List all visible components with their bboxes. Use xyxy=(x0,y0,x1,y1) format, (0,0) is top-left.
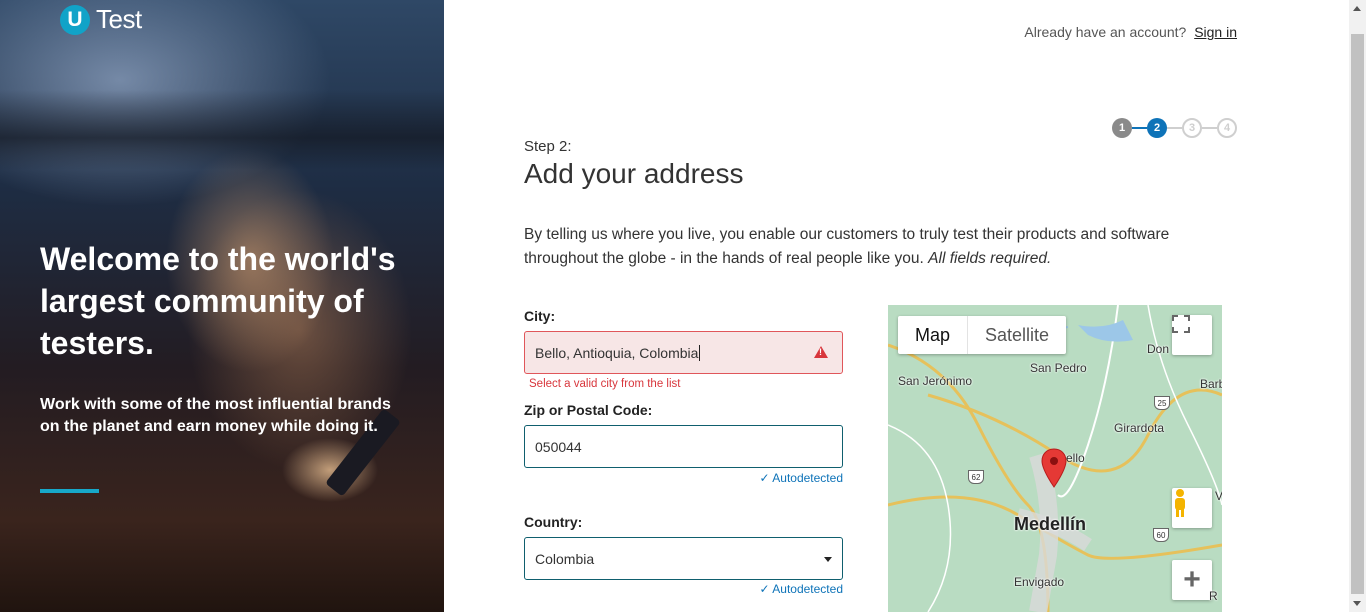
step-label: Step 2: xyxy=(524,138,572,155)
country-autodetected: ✓ Autodetected xyxy=(760,582,843,596)
zip-label: Zip or Postal Code: xyxy=(524,402,653,418)
country-label: Country: xyxy=(524,514,583,530)
hero-accent-bar xyxy=(40,489,99,493)
scroll-down-arrow[interactable] xyxy=(1353,601,1361,606)
map-place-san-pedro: San Pedro xyxy=(1030,361,1087,375)
road-shield-60: 60 xyxy=(1153,528,1169,542)
map-place-san-jeronimo: San Jerónimo xyxy=(898,374,973,388)
check-icon: ✓ xyxy=(759,471,770,485)
zip-input[interactable]: 050044 xyxy=(524,425,843,468)
map-pin-icon[interactable] xyxy=(1041,448,1067,488)
step-1: 1 xyxy=(1112,118,1132,138)
check-icon: ✓ xyxy=(759,582,770,596)
logo-text: Test xyxy=(96,4,142,34)
street-view-button[interactable] xyxy=(1172,488,1212,528)
page-title: Add your address xyxy=(524,158,744,189)
zip-autodetected-text: Autodetected xyxy=(772,471,843,485)
intro-text: By telling us where you live, you enable… xyxy=(524,223,1224,271)
country-value: Colombia xyxy=(535,550,595,567)
city-error-message: Select a valid city from the list xyxy=(529,378,681,390)
zip-value: 050044 xyxy=(535,438,582,455)
road-shield-25: 25 xyxy=(1154,396,1170,410)
location-map[interactable]: Map Satellite + San Jerónimo San Pedro D… xyxy=(888,305,1222,612)
step-3: 3 xyxy=(1182,118,1202,138)
text-caret xyxy=(699,344,701,361)
map-tab-map[interactable]: Map xyxy=(898,316,969,354)
city-input[interactable]: Bello, Antioquia, Colombia xyxy=(524,331,843,374)
hero-mountain-ridge xyxy=(0,90,444,170)
city-value: Bello, Antioquia, Colombia xyxy=(535,344,699,361)
page-scrollbar[interactable] xyxy=(1349,0,1366,612)
progress-stepper: 1 2 3 4 xyxy=(1112,118,1237,138)
signin-link[interactable]: Sign in xyxy=(1194,24,1237,40)
step-connector xyxy=(1167,127,1182,129)
zoom-in-button[interactable]: + xyxy=(1172,560,1212,600)
signin-prompt: Already have an account? Sign in xyxy=(1024,24,1237,40)
country-autodetected-text: Autodetected xyxy=(772,582,843,596)
hero-title: Welcome to the world's largest community… xyxy=(40,241,396,361)
pegman-icon xyxy=(1175,489,1185,517)
intro-emphasis: All fields required. xyxy=(928,250,1052,267)
fullscreen-button[interactable] xyxy=(1172,315,1212,355)
map-place-envigado: Envigado xyxy=(1014,575,1065,589)
city-label: City: xyxy=(524,308,556,324)
hero-subtitle: Work with some of the most influential b… xyxy=(40,396,391,435)
map-place-don: Don xyxy=(1147,342,1170,356)
country-select[interactable]: Colombia xyxy=(524,537,843,580)
intro-body: By telling us where you live, you enable… xyxy=(524,226,1170,267)
scroll-up-arrow[interactable] xyxy=(1353,6,1361,11)
road-shield-62: 62 xyxy=(968,470,984,484)
step-4: 4 xyxy=(1217,118,1237,138)
step-connector xyxy=(1132,127,1147,129)
chevron-down-icon xyxy=(824,557,832,562)
signin-prompt-text: Already have an account? xyxy=(1024,24,1187,40)
map-place-v: V xyxy=(1215,489,1222,503)
map-type-tabs: Map Satellite xyxy=(898,316,1067,354)
scroll-thumb[interactable] xyxy=(1351,34,1364,594)
map-place-r: R xyxy=(1209,589,1218,603)
map-place-girardota: Girardota xyxy=(1114,421,1165,435)
logo-badge: U xyxy=(60,4,90,35)
fullscreen-icon xyxy=(1172,315,1190,333)
utest-logo[interactable]: U Test xyxy=(60,4,142,35)
warning-icon xyxy=(814,346,828,358)
map-tab-satellite[interactable]: Satellite xyxy=(968,316,1066,354)
step-connector xyxy=(1202,127,1217,129)
zip-autodetected: ✓ Autodetected xyxy=(760,471,843,485)
map-place-barb: Barb xyxy=(1200,377,1222,391)
hero-panel: U Test Welcome to the world's largest co… xyxy=(0,0,444,612)
map-place-medellin: Medellín xyxy=(1014,514,1087,534)
step-2: 2 xyxy=(1147,118,1167,138)
